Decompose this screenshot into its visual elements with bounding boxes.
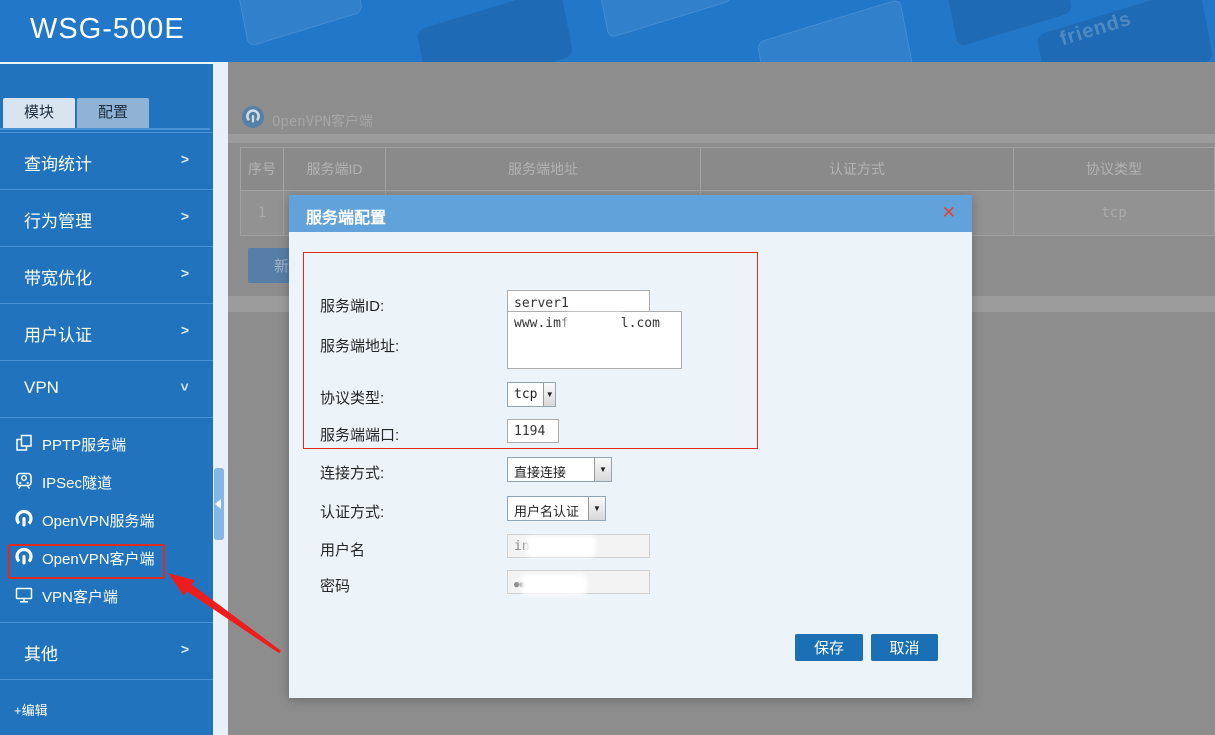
connection-select[interactable]: 直接连接 ▼ — [507, 457, 612, 482]
dropdown-arrow-icon[interactable]: ▼ — [588, 497, 605, 520]
title-divider — [228, 134, 1215, 143]
redacted-text — [569, 317, 621, 330]
sidebar-gap — [213, 62, 228, 735]
tab-divider — [0, 128, 210, 130]
edit-link[interactable]: +编辑 — [14, 700, 48, 719]
chevron-right-icon: > — [181, 322, 189, 338]
tab-modules[interactable]: 模块 — [3, 98, 75, 128]
tab-config[interactable]: 配置 — [77, 98, 149, 128]
password-label: 密码 — [320, 575, 350, 596]
keyboard-key-decoration — [237, 0, 363, 47]
auth-select[interactable]: 用户名认证 ▼ — [507, 496, 606, 521]
collapse-left-icon — [215, 499, 221, 509]
tunnel-icon — [14, 471, 34, 491]
sidebar-item-vpn-client[interactable]: VPN客户端 — [0, 576, 213, 614]
save-button[interactable]: 保存 — [795, 634, 863, 661]
sidebar-item-vpn[interactable]: VPN > — [0, 360, 213, 417]
chevron-down-icon: > — [177, 383, 193, 391]
sidebar-item-label: 行为管理 — [24, 207, 92, 232]
openvpn-icon — [242, 106, 264, 128]
sidebar-item-query-stats[interactable]: 查询统计 > — [0, 132, 213, 189]
table-header-row: 序号 服务端ID 服务端地址 认证方式 协议类型 — [241, 148, 1215, 191]
sidebar-item-ipsec-tunnel[interactable]: IPSec隧道 — [0, 462, 213, 500]
protocol-label: 协议类型: — [320, 387, 384, 408]
sidebar-item-label: 查询统计 — [24, 150, 92, 175]
col-header-server-id: 服务端ID — [284, 148, 386, 191]
col-header-index: 序号 — [241, 148, 284, 191]
col-header-auth-method: 认证方式 — [701, 148, 1014, 191]
password-dots: ●● — [514, 580, 525, 590]
sidebar-item-pptp-server[interactable]: PPTP服务端 — [0, 424, 213, 462]
sidebar-item-label: VPN — [24, 378, 59, 398]
chevron-right-icon: > — [181, 641, 189, 657]
username-input[interactable]: in — [507, 534, 650, 558]
dialog-header: 服务端配置 ✕ — [289, 195, 972, 232]
monitor-icon — [14, 585, 34, 605]
sidebar-item-openvpn-client[interactable]: OpenVPN客户端 — [0, 538, 213, 576]
address-prefix: www.imf — [514, 316, 569, 331]
sidebar-item-other[interactable]: 其他 > — [0, 622, 213, 679]
cell-protocol: tcp — [1014, 191, 1215, 236]
chevron-right-icon: > — [181, 208, 189, 224]
top-header: friends WSG-500E — [0, 0, 1215, 62]
keyboard-key-decoration — [597, 0, 733, 39]
auth-value: 用户名认证 — [508, 497, 585, 520]
device-title: WSG-500E — [30, 13, 185, 46]
pages-icon — [14, 433, 34, 453]
sidebar-item-label: 用户认证 — [24, 321, 92, 346]
sidebar-nav: 查询统计 > 行为管理 > 带宽优化 > 用户认证 > VPN > — [0, 132, 213, 735]
connection-label: 连接方式: — [320, 462, 384, 483]
server-address-textarea[interactable]: www.imf l.com — [507, 311, 682, 369]
dropdown-arrow-icon[interactable]: ▼ — [543, 383, 555, 406]
password-input[interactable]: ●● — [507, 570, 650, 594]
cell-index: 1 — [241, 191, 284, 236]
connection-value: 直接连接 — [508, 458, 572, 481]
keyboard-key-decoration — [757, 0, 914, 62]
sidebar-tabs: 模块配置 — [3, 98, 151, 128]
sidebar-item-label: VPN客户端 — [42, 586, 118, 607]
dialog-title: 服务端配置 — [306, 204, 386, 228]
chevron-right-icon: > — [181, 265, 189, 281]
sidebar-collapse-handle[interactable] — [214, 468, 224, 540]
server-port-input[interactable] — [507, 419, 559, 443]
openvpn-icon — [14, 509, 34, 529]
redacted-text — [530, 540, 592, 553]
sidebar-item-label: PPTP服务端 — [42, 434, 126, 455]
vpn-submenu: PPTP服务端 IPSec隧道 OpenVPN服务端 — [0, 417, 213, 622]
protocol-select[interactable]: tcp ▼ — [507, 382, 556, 407]
sidebar-edit-row: +编辑 — [0, 679, 213, 735]
address-suffix: l.com — [621, 316, 660, 331]
server-port-label: 服务端端口: — [320, 424, 399, 445]
protocol-value: tcp — [508, 383, 543, 406]
redacted-text — [525, 578, 583, 591]
app-window: friends WSG-500E 模块配置 查询统计 > 行为管理 > 带宽优化… — [0, 0, 1215, 735]
sidebar-item-openvpn-server[interactable]: OpenVPN服务端 — [0, 500, 213, 538]
server-config-dialog: 服务端配置 ✕ 服务端ID: 服务端地址: www.imf l.com 协议类型: — [289, 195, 972, 698]
sidebar: 模块配置 查询统计 > 行为管理 > 带宽优化 > 用户认证 > VPN > — [0, 62, 213, 735]
openvpn-icon — [14, 547, 34, 567]
dropdown-arrow-icon[interactable]: ▼ — [594, 458, 611, 481]
col-header-server-address: 服务端地址 — [386, 148, 701, 191]
sidebar-item-bandwidth-opt[interactable]: 带宽优化 > — [0, 246, 213, 303]
username-prefix: in — [514, 539, 530, 554]
sidebar-item-user-auth[interactable]: 用户认证 > — [0, 303, 213, 360]
page-title: OpenVPN客户端 — [272, 111, 373, 131]
sidebar-item-label: IPSec隧道 — [42, 472, 112, 493]
sidebar-item-label: 带宽优化 — [24, 264, 92, 289]
sidebar-item-behavior-mgmt[interactable]: 行为管理 > — [0, 189, 213, 246]
col-header-protocol: 协议类型 — [1014, 148, 1215, 191]
chevron-right-icon: > — [181, 151, 189, 167]
sidebar-item-label: OpenVPN客户端 — [42, 548, 155, 569]
keyboard-key-decoration — [417, 0, 574, 62]
server-address-label: 服务端地址: — [320, 335, 399, 356]
sidebar-item-label: 其他 — [24, 640, 58, 665]
close-icon[interactable]: ✕ — [942, 203, 956, 223]
server-id-label: 服务端ID: — [320, 295, 384, 316]
cancel-button[interactable]: 取消 — [871, 634, 938, 661]
username-label: 用户名 — [320, 539, 365, 560]
sidebar-item-label: OpenVPN服务端 — [42, 510, 155, 531]
page-title-row: OpenVPN客户端 — [228, 62, 1215, 134]
auth-label: 认证方式: — [320, 501, 384, 522]
